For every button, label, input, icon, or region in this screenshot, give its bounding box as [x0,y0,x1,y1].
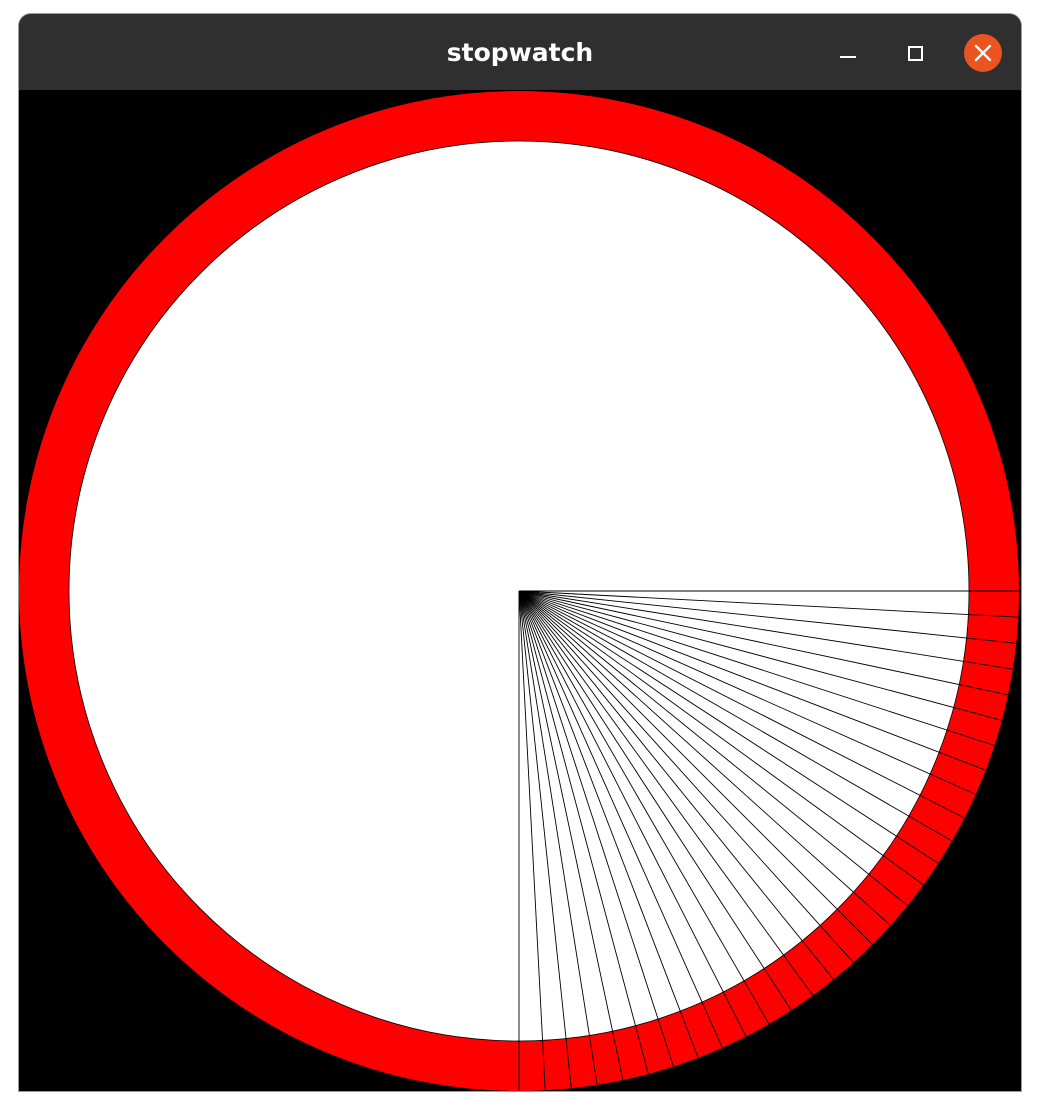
minimize-button[interactable] [829,34,867,72]
minimize-icon [840,56,856,58]
maximize-button[interactable] [896,34,934,72]
maximize-icon [908,46,923,61]
close-icon [974,44,992,62]
close-button[interactable] [964,34,1002,72]
window-title: stopwatch [446,38,594,67]
title-bar[interactable]: stopwatch [19,14,1021,91]
app-window: stopwatch [19,14,1021,1091]
stopwatch-canvas [19,90,1021,1091]
stopwatch-dial [19,91,1019,1091]
